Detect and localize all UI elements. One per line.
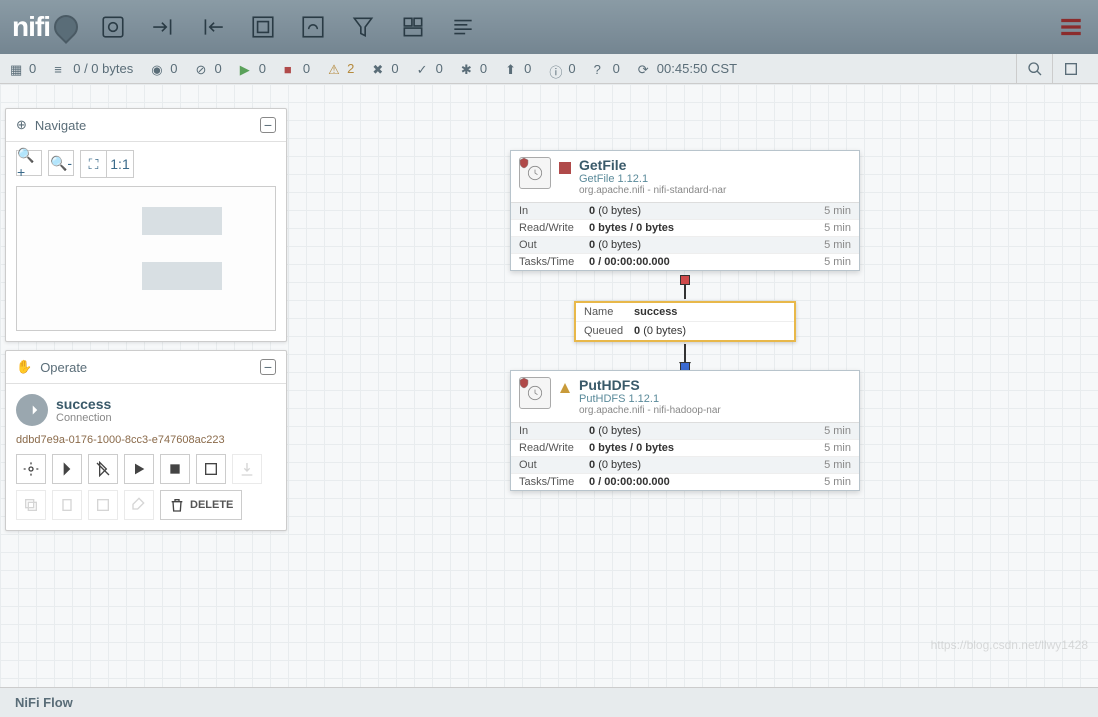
processor-drag-icon[interactable] [98, 12, 128, 42]
zoom-out-button[interactable]: 🔍- [48, 150, 74, 176]
locally-modified-stat: ✱0 [461, 61, 487, 76]
birdseye-rect [142, 207, 222, 235]
hand-icon: ✋ [16, 359, 32, 375]
last-refresh-stat: ⟳00:45:50 CST [638, 61, 737, 76]
funnel-drag-icon[interactable] [348, 12, 378, 42]
operate-panel: ✋ Operate − success Connection ddbd7e9a-… [5, 350, 287, 531]
invalid-status-icon [559, 381, 571, 393]
restricted-icon [518, 376, 530, 388]
connection-line [684, 344, 686, 364]
not-transmitting-stat: ⊘0 [195, 61, 221, 76]
processor-type: GetFile 1.12.1 [579, 173, 726, 185]
zoom-actual-button[interactable]: 1:1 [107, 151, 133, 177]
processor-getfile[interactable]: GetFile GetFile 1.12.1 org.apache.nifi -… [510, 150, 860, 271]
configure-button[interactable] [16, 454, 46, 484]
breadcrumb-root[interactable]: NiFi Flow [15, 695, 73, 710]
label-drag-icon[interactable] [448, 12, 478, 42]
processor-bundle: org.apache.nifi - nifi-standard-nar [579, 185, 726, 196]
connection-success[interactable]: Namesuccess Queued0 (0 bytes) [574, 301, 796, 342]
collapse-navigate-button[interactable]: − [260, 117, 276, 133]
upload-template-button [232, 454, 262, 484]
processor-icon [519, 157, 551, 189]
disable-button[interactable] [88, 454, 118, 484]
global-menu-icon[interactable] [1056, 12, 1086, 42]
selection-type: Connection [56, 412, 112, 424]
group-button [88, 490, 118, 520]
process-group-drag-icon[interactable] [248, 12, 278, 42]
target-icon: ⊕ [16, 117, 27, 133]
processor-stats: In0 (0 bytes)5 min Read/Write0 bytes / 0… [511, 202, 859, 270]
stopped-stat: ■0 [284, 61, 310, 76]
delete-button[interactable]: DELETE [160, 490, 242, 520]
nifi-logo: nifi [12, 11, 78, 43]
queued-stat: ≡0 / 0 bytes [54, 61, 133, 76]
active-threads-stat: ▦0 [10, 61, 36, 76]
birdseye-rect [142, 262, 222, 290]
processor-bundle: org.apache.nifi - nifi-hadoop-nar [579, 405, 721, 416]
birdseye-view[interactable] [16, 186, 276, 331]
invalid-stat: ⚠2 [328, 61, 354, 76]
navigate-panel: ⊕ Navigate − 🔍+ 🔍- ⛶ 1:1 [5, 108, 287, 342]
navigate-title: Navigate [35, 118, 86, 133]
sync-failure-stat: ⓘ0 [549, 61, 575, 76]
stop-button[interactable] [160, 454, 190, 484]
selection-uuid: ddbd7e9a-0176-1000-8cc3-e747608ac223 [16, 434, 276, 446]
template-button[interactable] [196, 454, 226, 484]
copy-button [16, 490, 46, 520]
paste-button [52, 490, 82, 520]
zoom-fit-button[interactable]: ⛶ [81, 151, 107, 177]
input-port-drag-icon[interactable] [148, 12, 178, 42]
processor-name: PutHDFS [579, 377, 721, 393]
template-drag-icon[interactable] [398, 12, 428, 42]
output-port-drag-icon[interactable] [198, 12, 228, 42]
selection-name: success [56, 396, 112, 412]
enable-button[interactable] [52, 454, 82, 484]
flow-canvas[interactable]: ⊕ Navigate − 🔍+ 🔍- ⛶ 1:1 ✋ Operate − [0, 84, 1098, 687]
flow-status-bar: ▦0 ≡0 / 0 bytes ◉0 ⊘0 ▶0 ■0 ⚠2 ✖0 ✓0 ✱0 … [0, 54, 1098, 84]
search-button[interactable] [1016, 54, 1052, 84]
unknown-stat: ?0 [594, 61, 620, 76]
source-port[interactable] [680, 275, 690, 285]
processor-stats: In0 (0 bytes)5 min Read/Write0 bytes / 0… [511, 422, 859, 490]
start-button[interactable] [124, 454, 154, 484]
bulletin-button[interactable] [1052, 54, 1088, 84]
processor-name: GetFile [579, 157, 726, 173]
zoom-in-button[interactable]: 🔍+ [16, 150, 42, 176]
collapse-operate-button[interactable]: − [260, 359, 276, 375]
uptodate-stat: ✓0 [417, 61, 443, 76]
transmitting-stat: ◉0 [151, 61, 177, 76]
watermark-text: https://blog.csdn.net/llwy1428 [931, 638, 1088, 652]
main-header: nifi [0, 0, 1098, 54]
processor-type: PutHDFS 1.12.1 [579, 393, 721, 405]
restricted-icon [518, 156, 530, 168]
operate-title: Operate [40, 360, 87, 375]
running-stat: ▶0 [240, 61, 266, 76]
connection-icon [16, 394, 48, 426]
processor-icon [519, 377, 551, 409]
color-button [124, 490, 154, 520]
remote-group-drag-icon[interactable] [298, 12, 328, 42]
disabled-stat: ✖0 [372, 61, 398, 76]
processor-puthdfs[interactable]: PutHDFS PutHDFS 1.12.1 org.apache.nifi -… [510, 370, 860, 491]
stopped-status-icon [559, 161, 571, 173]
breadcrumb-bar: NiFi Flow [0, 687, 1098, 717]
stale-stat: ⬆0 [505, 61, 531, 76]
